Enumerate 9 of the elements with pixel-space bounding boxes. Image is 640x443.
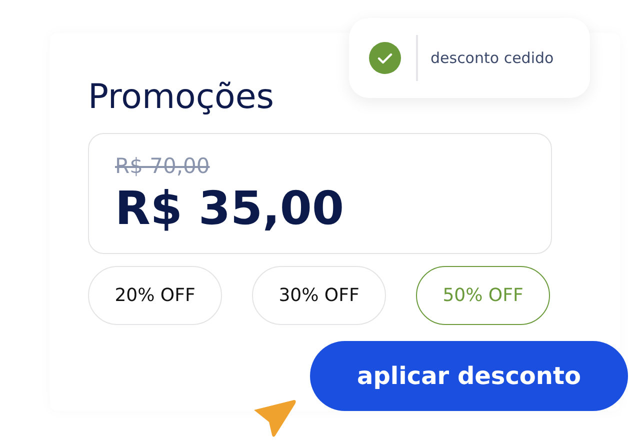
discounted-price: R$ 35,00 <box>115 180 344 236</box>
apply-discount-button[interactable]: aplicar desconto <box>310 341 628 411</box>
cursor-icon <box>252 400 297 438</box>
discount-chip[interactable]: 20% OFF <box>88 266 222 325</box>
toast-text: desconto cedido <box>430 49 554 67</box>
check-icon <box>369 42 401 74</box>
section-title: Promoções <box>88 76 274 119</box>
original-price: R$ 70,00 <box>115 153 210 180</box>
discount-chip[interactable]: 30% OFF <box>252 266 386 325</box>
